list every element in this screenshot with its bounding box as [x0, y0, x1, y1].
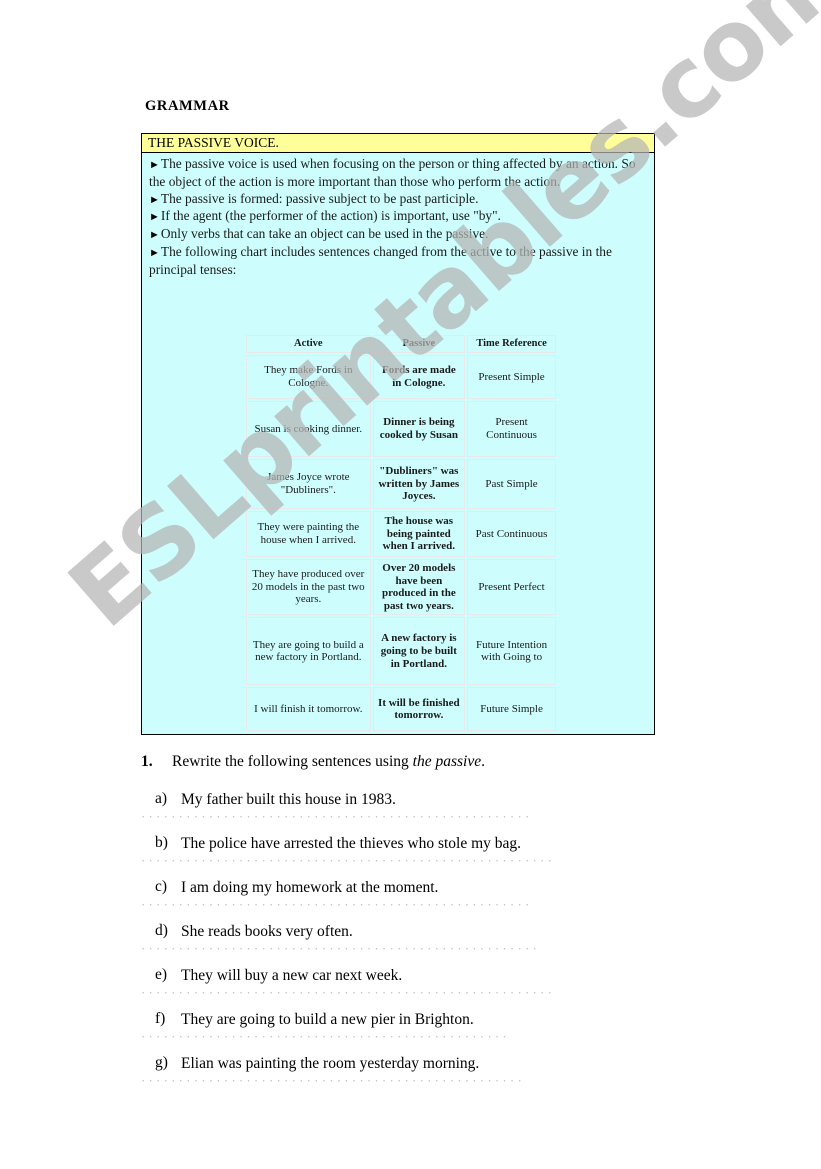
table-row: They are going to build a new factory in… — [246, 617, 556, 686]
answer-line[interactable]: ········································… — [141, 946, 541, 952]
item-letter: d) — [155, 922, 168, 939]
triangle-bullet-icon: ► — [149, 159, 160, 171]
answer-line[interactable]: ········································… — [141, 1034, 511, 1040]
worksheet-page: GRAMMAR THE PASSIVE VOICE. ►The passive … — [0, 0, 821, 1169]
instruction-text-plain: Rewrite the following sentences using — [172, 753, 413, 770]
bullet-item: ►The following chart includes sentences … — [149, 244, 645, 279]
cell-active: They have produced over 20 models in the… — [246, 559, 371, 616]
page-title: GRAMMAR — [145, 98, 230, 114]
bullet-item: ►If the agent (the performer of the acti… — [149, 208, 645, 226]
answer-line[interactable]: ········································… — [141, 858, 551, 864]
table-row: They have produced over 20 models in the… — [246, 559, 556, 616]
cell-active: They make Fords in Cologne. — [246, 355, 371, 399]
cell-passive: Over 20 models have been produced in the… — [372, 559, 466, 616]
instruction-text-period: . — [481, 753, 485, 770]
table-row: They were painting the house when I arri… — [246, 511, 556, 557]
column-header-passive: Passive — [372, 335, 466, 353]
exercise-instruction-text: Rewrite the following sentences using th… — [172, 752, 701, 772]
cell-active: Susan is cooking dinner. — [246, 401, 371, 457]
item-letter: g) — [155, 1054, 168, 1071]
exercise-item-f: f) They are going to build a new pier in… — [141, 1010, 701, 1040]
item-sentence: I am doing my homework at the moment. — [181, 879, 439, 896]
cell-active: They are going to build a new factory in… — [246, 617, 371, 686]
cell-time: Future Simple — [467, 687, 556, 732]
item-letter: c) — [155, 878, 168, 895]
cell-passive: It will be finished tomorrow. — [372, 687, 466, 732]
exercise-item-e: e) They will buy a new car next week. ··… — [141, 966, 701, 996]
cell-passive: Fords are made in Cologne. — [372, 355, 466, 399]
answer-line[interactable]: ········································… — [141, 814, 529, 820]
column-header-time-reference: Time Reference — [467, 335, 556, 353]
item-sentence: They will buy a new car next week. — [181, 967, 403, 984]
cell-time: Past Continuous — [467, 511, 556, 557]
cell-passive: A new factory is going to be built in Po… — [372, 617, 466, 686]
answer-line[interactable]: ········································… — [141, 902, 531, 908]
table-header-row: Active Passive Time Reference — [246, 335, 556, 353]
exercise-item-c: c) I am doing my homework at the moment.… — [141, 878, 701, 908]
item-letter: e) — [155, 966, 168, 983]
exercise-instruction: 1. Rewrite the following sentences using… — [141, 752, 701, 776]
cell-passive: Dinner is being cooked by Susan — [372, 401, 466, 457]
answer-line[interactable]: ········································… — [141, 990, 551, 996]
exercise-item-b: b) The police have arrested the thieves … — [141, 834, 701, 864]
bullet-text: If the agent (the performer of the actio… — [160, 208, 501, 224]
cell-passive: The house was being painted when I arriv… — [372, 511, 466, 557]
cell-passive: "Dubliners" was written by James Joyces. — [372, 459, 466, 509]
bullet-item: ►The passive voice is used when focusing… — [149, 156, 645, 191]
cell-active: I will finish it tomorrow. — [246, 687, 371, 732]
item-sentence: She reads books very often. — [181, 923, 353, 940]
triangle-bullet-icon: ► — [149, 193, 160, 206]
triangle-bullet-icon: ► — [149, 211, 160, 224]
item-letter: b) — [155, 834, 168, 851]
bullet-text: The passive voice is used when focusing … — [149, 156, 636, 189]
info-box-banner-title: THE PASSIVE VOICE. — [142, 134, 654, 153]
item-letter: f) — [155, 1010, 166, 1027]
answer-line[interactable]: ········································… — [141, 1078, 524, 1084]
item-sentence: Elian was painting the room yesterday mo… — [181, 1055, 480, 1072]
item-letter: a) — [155, 790, 168, 807]
cell-time: Present Perfect — [467, 559, 556, 616]
passive-voice-info-box: THE PASSIVE VOICE. ►The passive voice is… — [141, 133, 655, 735]
table-row: They make Fords in Cologne. Fords are ma… — [246, 355, 556, 399]
triangle-bullet-icon: ► — [149, 246, 160, 259]
bullet-text: The following chart includes sentences c… — [149, 243, 612, 277]
cell-time: Present Continuous — [467, 401, 556, 457]
cell-time: Future Intention with Going to — [467, 617, 556, 686]
table-row: I will finish it tomorrow. It will be fi… — [246, 687, 556, 732]
exercise-number: 1. — [141, 753, 153, 770]
cell-time: Past Simple — [467, 459, 556, 509]
item-sentence: The police have arrested the thieves who… — [181, 835, 522, 852]
exercise-item-g: g) Elian was painting the room yesterday… — [141, 1054, 701, 1084]
cell-time: Present Simple — [467, 355, 556, 399]
bullet-text: Only verbs that can take an object can b… — [160, 226, 489, 242]
exercise-section: 1. Rewrite the following sentences using… — [141, 752, 701, 1084]
instruction-text-emphasis: the passive — [412, 753, 482, 770]
bullet-item: ►The passive is formed: passive subject … — [149, 191, 645, 209]
active-passive-table: Active Passive Time Reference They make … — [244, 333, 558, 733]
exercise-item-a: a) My father built this house in 1983. ·… — [141, 790, 701, 820]
item-sentence: My father built this house in 1983. — [181, 791, 396, 808]
bullet-text: The passive is formed: passive subject t… — [160, 190, 479, 206]
item-sentence: They are going to build a new pier in Br… — [181, 1011, 474, 1028]
table-row: James Joyce wrote "Dubliners". "Dubliner… — [246, 459, 556, 509]
info-box-bullet-list: ►The passive voice is used when focusing… — [142, 153, 654, 279]
bullet-item: ►Only verbs that can take an object can … — [149, 226, 645, 244]
exercise-item-d: d) She reads books very often. ·········… — [141, 922, 701, 952]
triangle-bullet-icon: ► — [149, 229, 160, 242]
cell-active: They were painting the house when I arri… — [246, 511, 371, 557]
table-row: Susan is cooking dinner. Dinner is being… — [246, 401, 556, 457]
cell-active: James Joyce wrote "Dubliners". — [246, 459, 371, 509]
column-header-active: Active — [246, 335, 371, 353]
